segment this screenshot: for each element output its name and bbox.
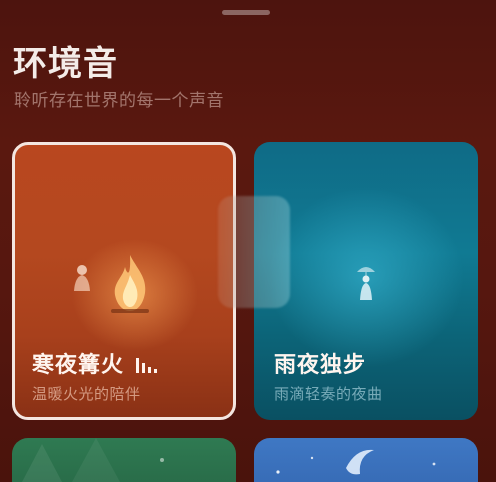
carousel-next-arrow[interactable] <box>218 196 290 308</box>
umbrella-figure-icon <box>357 267 375 300</box>
sound-card-night-sky[interactable] <box>254 438 478 482</box>
card-title: 雨夜独步 <box>274 353 367 378</box>
person-figure-icon <box>74 265 90 291</box>
page-title: 环境音 <box>13 44 118 84</box>
moon-icon <box>276 449 436 475</box>
page-subtitle: 聆听存在世界的每一个声音 <box>14 91 224 111</box>
sound-wave-icon <box>136 358 157 373</box>
card-description: 雨滴轻奏的夜曲 <box>274 385 383 403</box>
sheet-grab-handle[interactable] <box>222 10 270 15</box>
sound-card-forest[interactable] <box>12 438 236 482</box>
card-description: 温暖火光的陪伴 <box>32 385 141 403</box>
sound-card-campfire[interactable]: 寒夜篝火 温暖火光的陪伴 <box>12 142 236 420</box>
forest-scene-icon <box>22 438 164 482</box>
card-title: 寒夜篝火 <box>32 353 125 378</box>
campfire-icon <box>111 255 149 313</box>
